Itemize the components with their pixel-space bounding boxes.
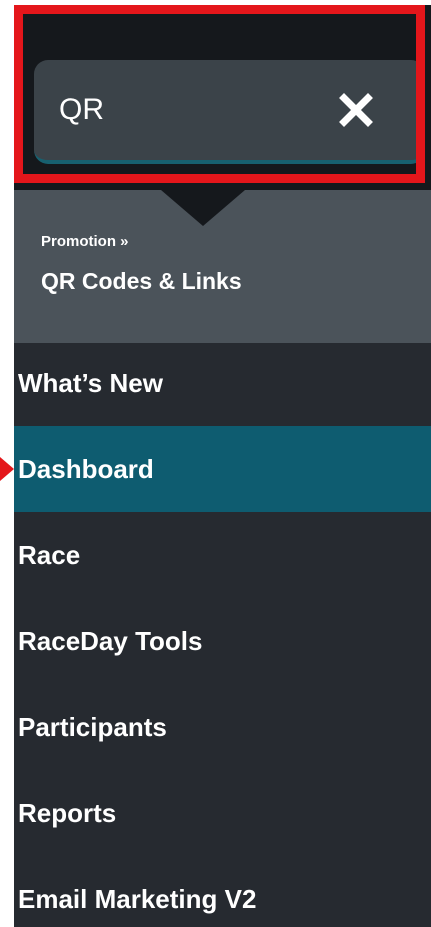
screenshot-page: Promotion » QR Codes & Links What’s New …: [0, 0, 431, 927]
result-breadcrumb: Promotion »: [41, 233, 129, 250]
menu-item-whats-new[interactable]: What’s New: [14, 340, 431, 426]
menu-item-label: Dashboard: [18, 453, 154, 484]
menu-item-label: Email Marketing V2: [18, 883, 257, 914]
menu-item-label: Participants: [18, 711, 167, 742]
menu-item-dashboard[interactable]: Dashboard: [14, 426, 431, 512]
menu-item-email-marketing-v2[interactable]: Email Marketing V2: [14, 856, 431, 927]
clear-search-button[interactable]: [332, 86, 380, 134]
menu-item-label: Race: [18, 539, 81, 570]
menu-item-participants[interactable]: Participants: [14, 684, 431, 770]
search-input[interactable]: [59, 93, 319, 127]
menu-item-label: RaceDay Tools: [18, 625, 203, 656]
menu-item-label: What’s New: [18, 367, 163, 398]
result-pointer-icon: [161, 190, 245, 226]
search-area: [14, 5, 431, 190]
menu-item-race[interactable]: Race: [14, 512, 431, 598]
sidebar-navigation: Promotion » QR Codes & Links What’s New …: [14, 5, 431, 927]
red-arrow-icon: [0, 457, 14, 481]
search-field[interactable]: [34, 60, 425, 164]
close-icon: [339, 93, 373, 127]
menu-item-reports[interactable]: Reports: [14, 770, 431, 856]
result-title: QR Codes & Links: [41, 268, 242, 294]
search-result-item[interactable]: Promotion » QR Codes & Links: [41, 233, 411, 298]
menu-item-label: Reports: [18, 797, 117, 828]
menu-item-raceday-tools[interactable]: RaceDay Tools: [14, 598, 431, 684]
